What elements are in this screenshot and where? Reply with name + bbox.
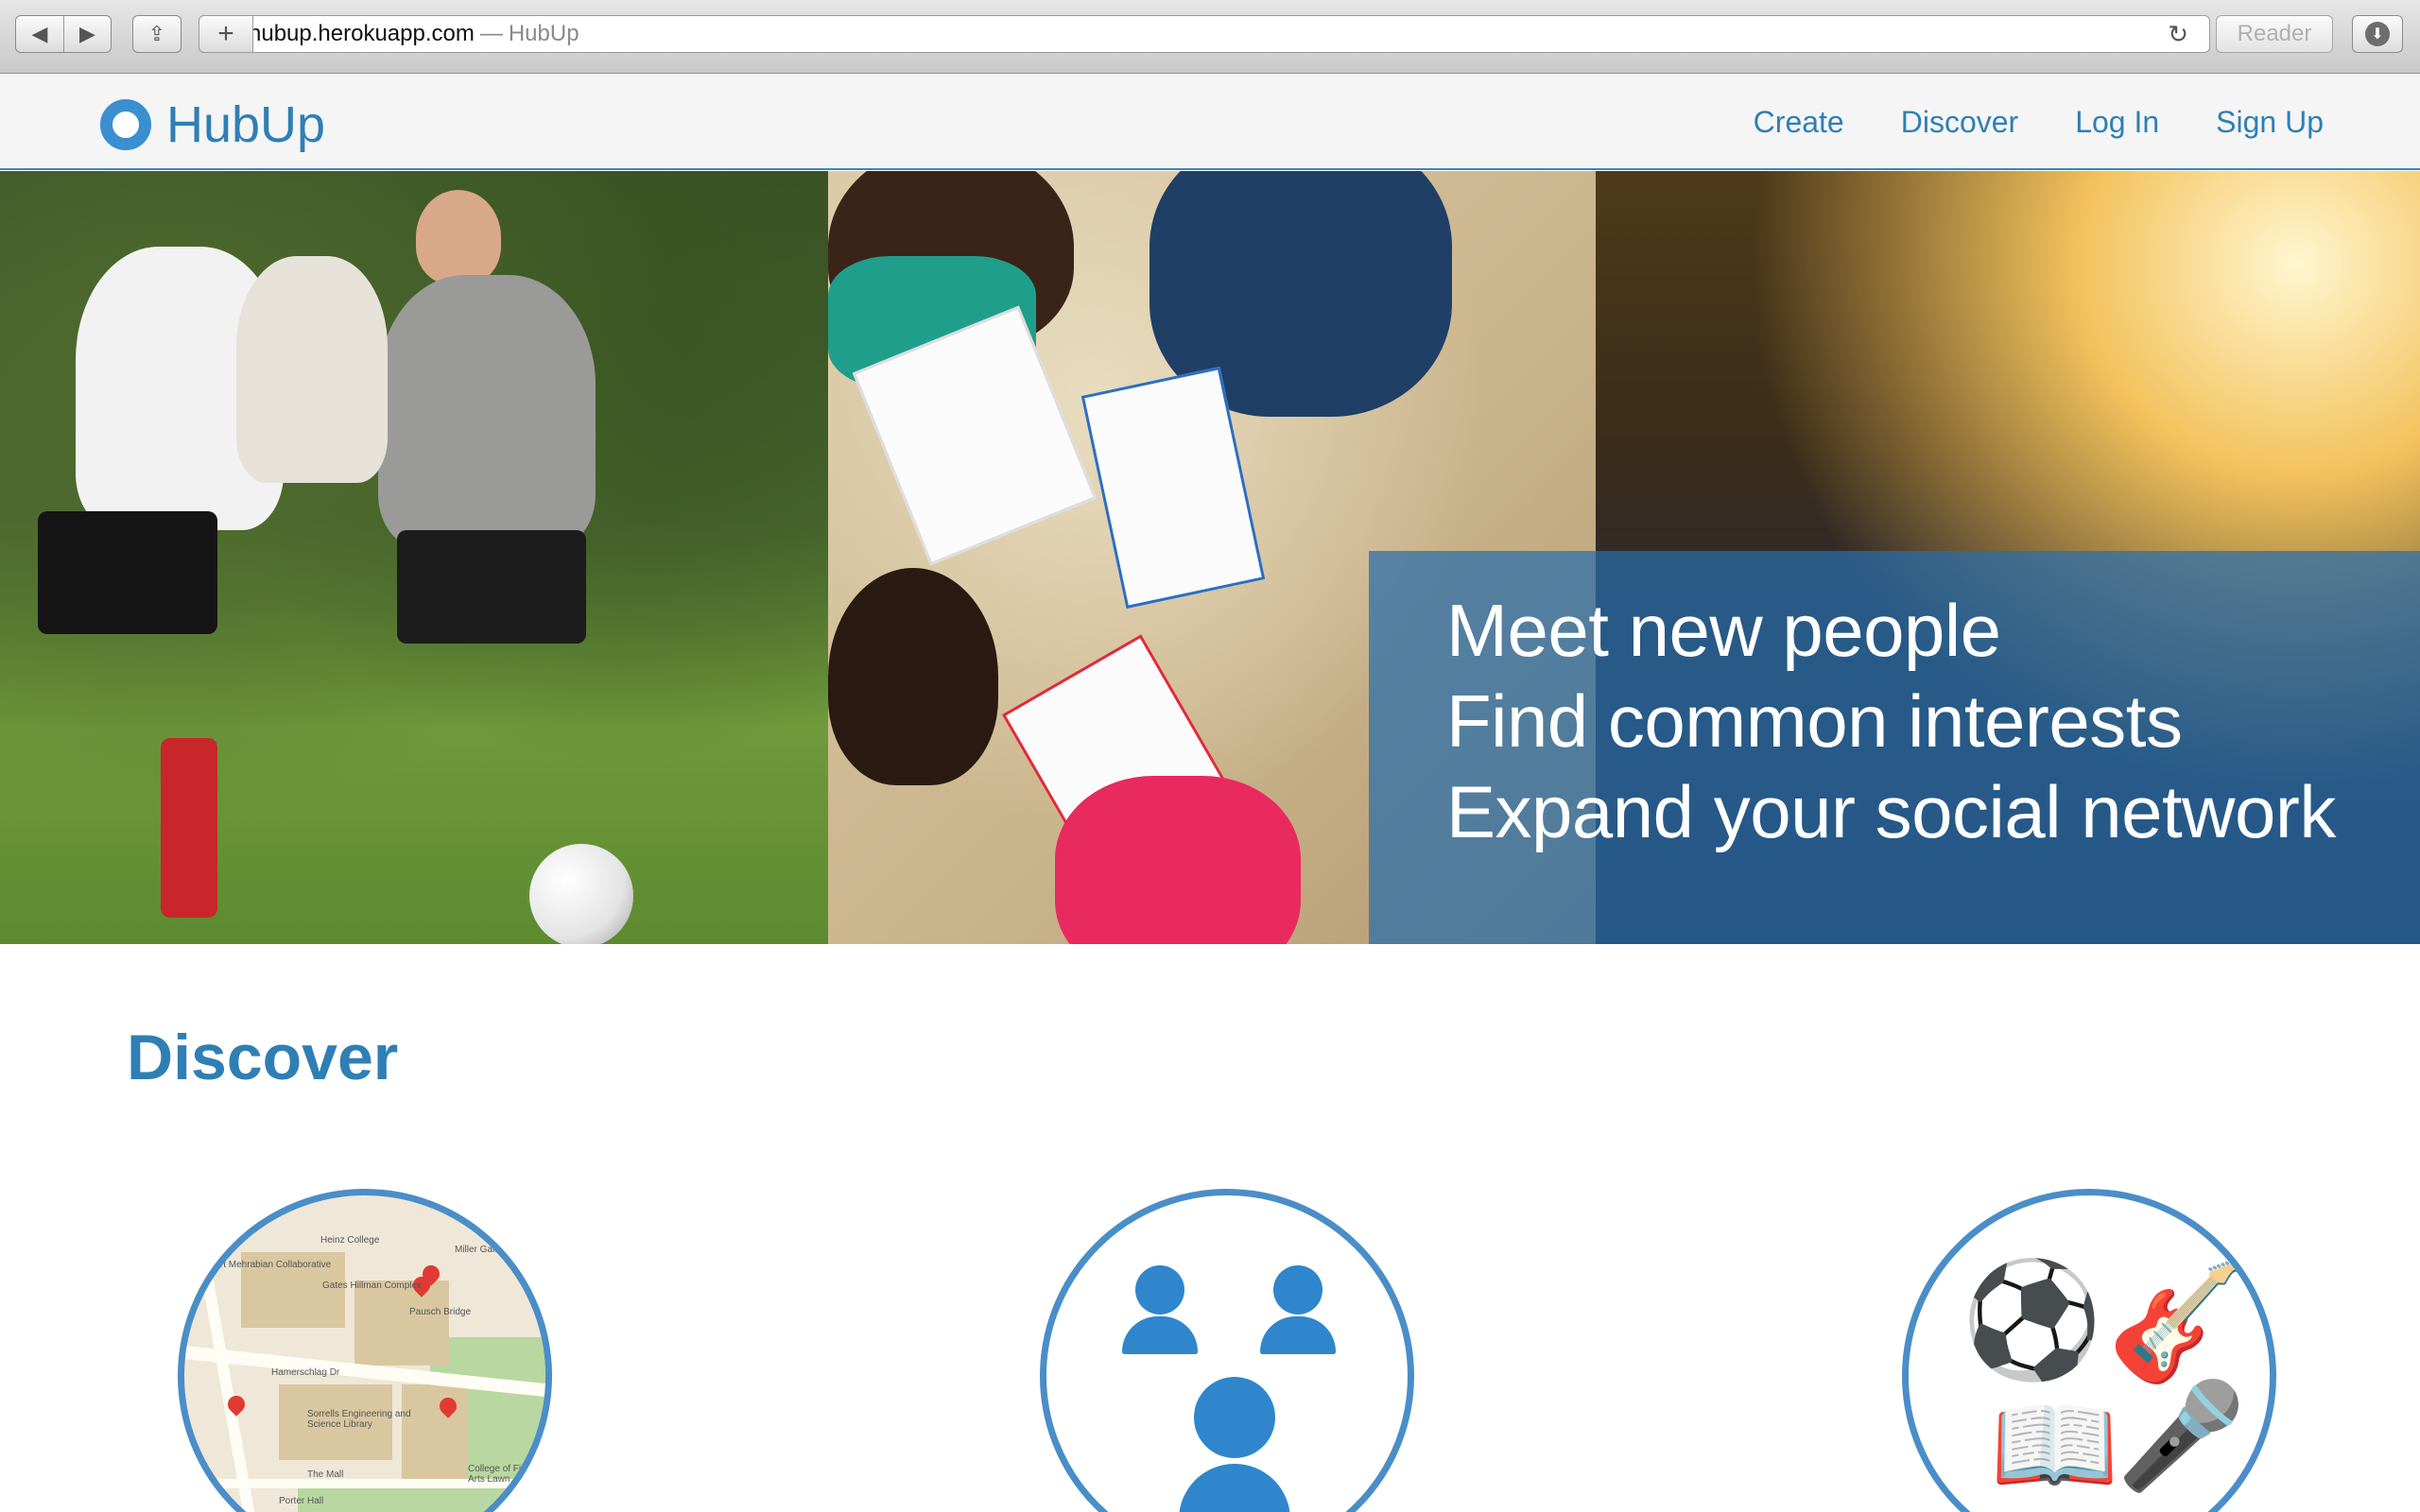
hero-line-2: Find common interests xyxy=(1446,679,2183,763)
map-label: Sorrells Engineering and Science Library xyxy=(307,1409,411,1430)
url-text: hubup.herokuapp.com xyxy=(249,21,475,46)
hero-caption: Meet new people Find common interests Ex… xyxy=(1369,551,2420,944)
download-button[interactable]: ⬇ xyxy=(2352,15,2403,53)
soccer-ball-icon: ⚽ xyxy=(1962,1257,2103,1383)
share-icon: ⇪ xyxy=(147,22,166,45)
soccer-ball xyxy=(529,844,633,944)
map-label: The Mall xyxy=(307,1469,344,1480)
reader-button[interactable]: Reader xyxy=(2216,15,2333,53)
map-label: Hamerschlag Dr xyxy=(271,1367,340,1378)
map-label: Pausch Bridge xyxy=(409,1307,472,1317)
hubup-logo-icon xyxy=(100,99,151,150)
map-label: Robert Mehrabian Collaborative xyxy=(198,1260,332,1270)
microphone-icon: 🎤 xyxy=(2117,1378,2246,1494)
history-buttons: ◀ ▶ xyxy=(15,15,112,53)
people-group-icon[interactable] xyxy=(1040,1189,1414,1512)
forward-arrow-icon[interactable]: ▶ xyxy=(63,16,111,52)
map-label: Porter Hall xyxy=(279,1496,324,1506)
nav-log-in[interactable]: Log In xyxy=(2075,105,2159,140)
guitar-icon: 🎸 xyxy=(2107,1259,2249,1385)
nav-discover[interactable]: Discover xyxy=(1901,105,2018,140)
plus-icon[interactable]: + xyxy=(199,15,253,53)
brand-link[interactable]: HubUp xyxy=(100,95,325,154)
map-label: Heinz College xyxy=(320,1235,380,1246)
title-separator: — xyxy=(479,21,503,46)
brand-name: HubUp xyxy=(166,96,326,153)
hero-image-soccer xyxy=(0,171,828,944)
book-icon: 📖 xyxy=(1990,1387,2119,1503)
site-navbar: HubUp Create Discover Log In Sign Up xyxy=(0,75,2420,170)
interests-icon[interactable]: ⚽ 🎸 📖 🎤 xyxy=(1902,1189,2276,1512)
page-title-text: HubUp xyxy=(508,21,579,46)
reload-icon[interactable]: ↻ xyxy=(2168,20,2188,49)
map-label: Gates Hillman Complex xyxy=(322,1280,423,1291)
address-bar[interactable]: hubup.herokuapp.com — HubUp ↻ xyxy=(199,15,2210,53)
nav-create[interactable]: Create xyxy=(1754,105,1844,140)
discover-heading: Discover xyxy=(127,1022,399,1093)
back-arrow-icon[interactable]: ◀ xyxy=(16,16,63,52)
map-label: College of Fine Arts Lawn xyxy=(468,1464,532,1485)
map-label: Miller Gallery at Mellon Institute xyxy=(455,1245,551,1255)
share-button[interactable]: ⇪ xyxy=(132,15,182,53)
download-icon: ⬇ xyxy=(2365,22,2390,46)
main-nav: Create Discover Log In Sign Up xyxy=(1697,105,2324,140)
hero-line-3: Expand your social network xyxy=(1446,770,2336,853)
map-icon[interactable]: Heinz College Miller Gallery at Mellon I… xyxy=(178,1189,552,1512)
hero-carousel: Meet new people Find common interests Ex… xyxy=(0,171,2420,944)
browser-toolbar: ◀ ▶ ⇪ hubup.herokuapp.com — HubUp ↻ + Re… xyxy=(0,0,2420,74)
hero-line-1: Meet new people xyxy=(1446,589,2001,672)
nav-sign-up[interactable]: Sign Up xyxy=(2216,105,2324,140)
